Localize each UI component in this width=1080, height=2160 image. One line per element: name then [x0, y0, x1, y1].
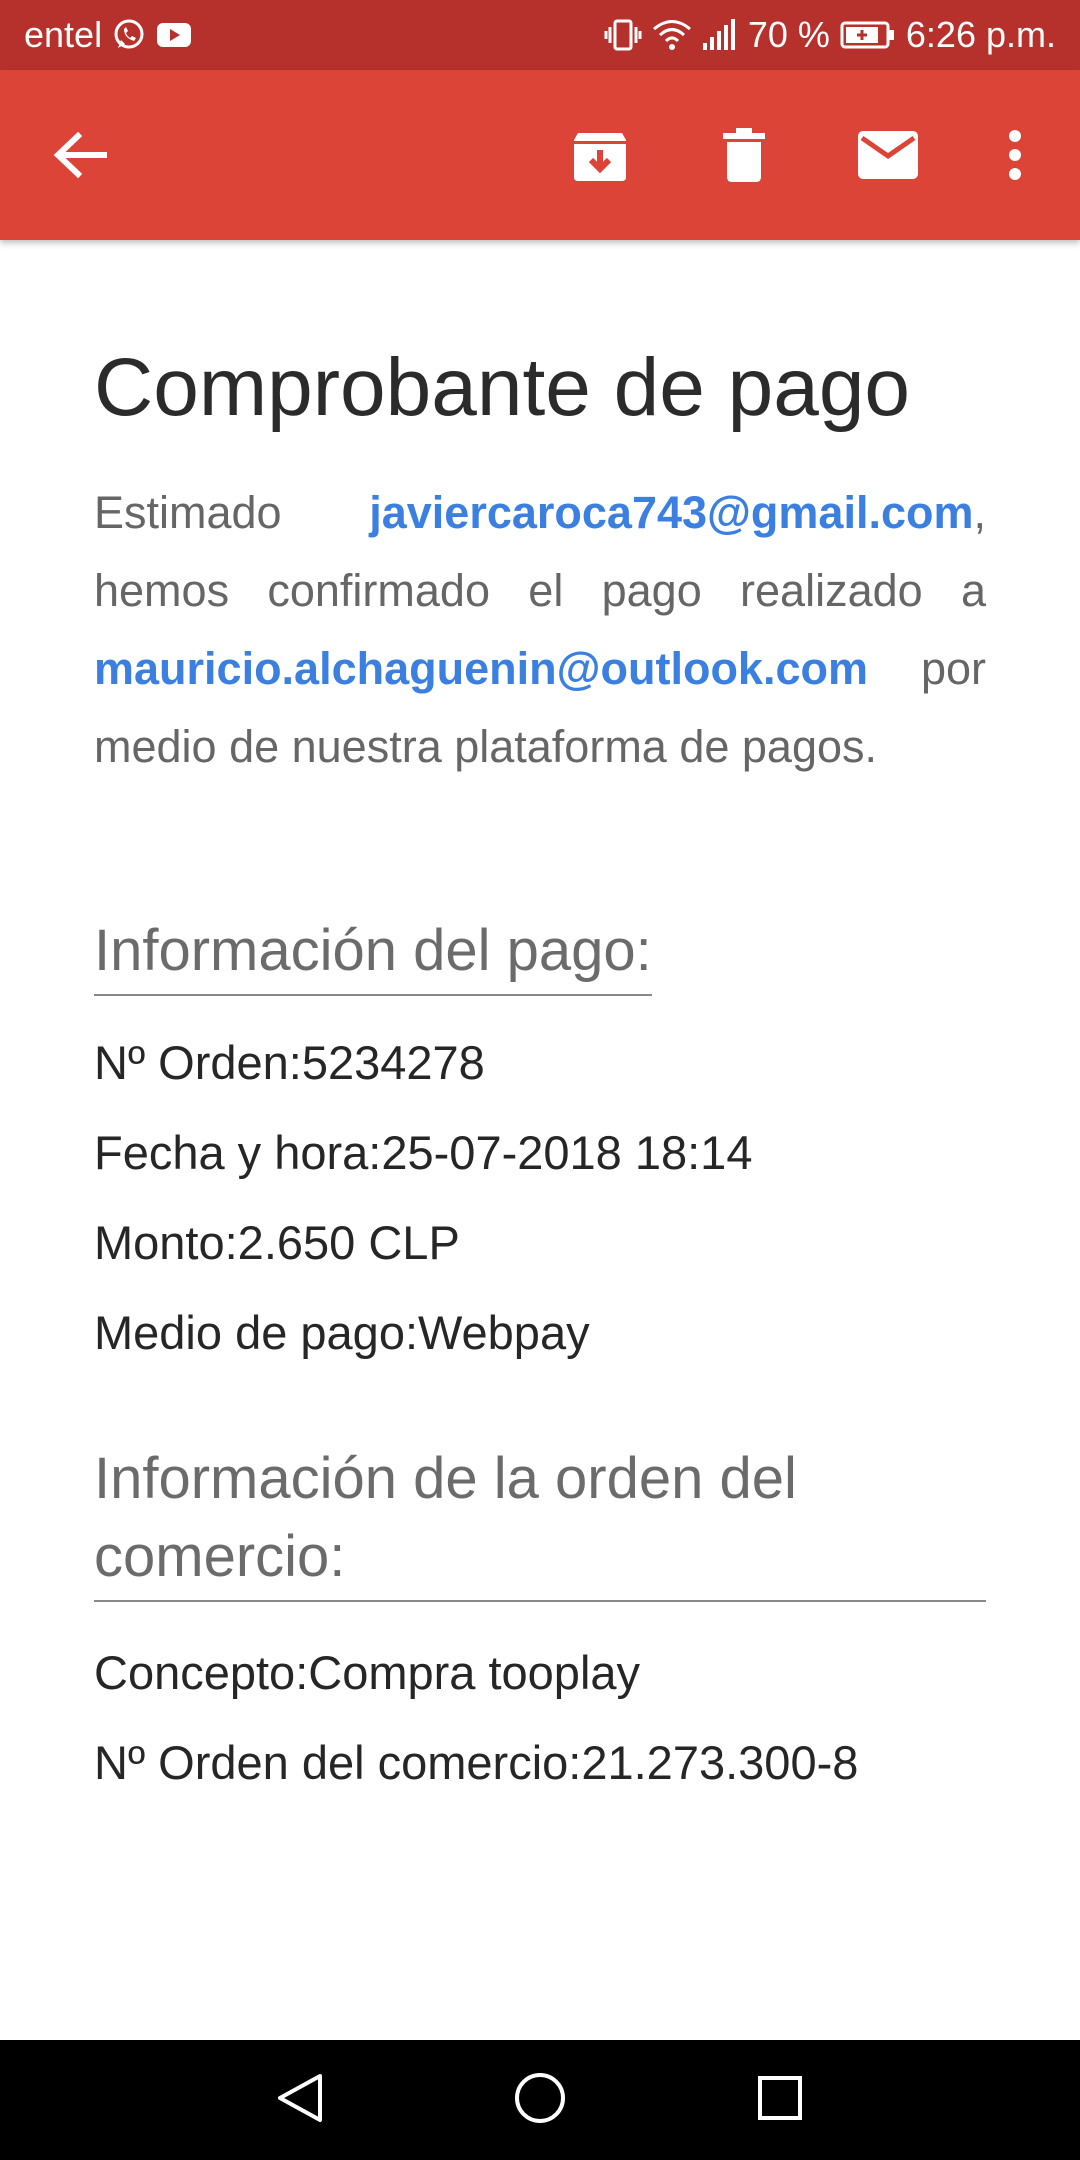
nav-home-button[interactable]	[500, 2040, 580, 2160]
navigation-bar	[0, 2040, 1080, 2160]
recents-square-icon	[756, 2074, 804, 2127]
back-triangle-icon	[276, 2072, 324, 2129]
merchant-order-list: Concepto:Compra tooplay Nº Orden del com…	[94, 1628, 986, 1808]
amount-row: Monto:2.650 CLP	[94, 1216, 460, 1269]
email-body: Comprobante de pago Estimado javiercaroc…	[94, 240, 986, 1808]
merchant-order-heading: Información de la orden del comercio:	[94, 1440, 986, 1602]
archive-button[interactable]	[560, 70, 640, 240]
home-circle-icon	[513, 2071, 567, 2130]
mark-unread-icon	[857, 130, 919, 180]
order-number-row: Nº Orden:5234278	[94, 1036, 485, 1089]
carrier-label: entel	[24, 14, 103, 55]
archive-icon	[571, 127, 629, 183]
status-left: entel	[24, 14, 192, 56]
delete-button[interactable]	[704, 70, 784, 240]
more-options-button[interactable]	[980, 70, 1050, 240]
status-right: 70 % 6:26 p.m.	[604, 14, 1056, 56]
merchant-order-number-row: Nº Orden del comercio:21.273.300-8	[94, 1736, 859, 1789]
payment-method-row: Medio de pago:Webpay	[94, 1306, 590, 1359]
more-options-icon	[1007, 130, 1023, 180]
payment-info-list: Nº Orden:5234278 Fecha y hora:25-07-2018…	[94, 1018, 986, 1378]
back-arrow-icon	[52, 130, 108, 180]
battery-percent: 70 %	[747, 14, 830, 55]
delete-icon	[721, 127, 767, 183]
greeting-text: Estimado	[94, 487, 282, 538]
back-button[interactable]	[40, 70, 120, 240]
youtube-icon	[156, 21, 192, 49]
mark-unread-button[interactable]	[848, 70, 928, 240]
app-toolbar	[0, 70, 1080, 240]
sender-email-link[interactable]: javiercaroca743@gmail.com	[369, 487, 973, 538]
concept-row: Concepto:Compra tooplay	[94, 1646, 641, 1699]
status-bar: entel 70 % 6:26 p.m.	[0, 0, 1080, 70]
intro-paragraph: Estimado javiercaroca743@gmail.com, hemo…	[94, 474, 986, 786]
whatsapp-icon	[112, 18, 146, 52]
battery-icon	[840, 20, 896, 50]
recipient-email-link[interactable]: mauricio.alchaguenin@outlook.com	[94, 643, 868, 694]
email-title: Comprobante de pago	[94, 342, 911, 433]
clock: 6:26 p.m.	[905, 14, 1056, 55]
nav-back-button[interactable]	[260, 2040, 340, 2160]
nav-recents-button[interactable]	[740, 2040, 820, 2160]
wifi-icon	[652, 18, 692, 52]
payment-info-heading: Información del pago:	[94, 912, 652, 996]
vibrate-icon	[604, 18, 642, 52]
signal-icon	[702, 19, 738, 51]
date-time-row: Fecha y hora:25-07-2018 18:14	[94, 1126, 753, 1179]
